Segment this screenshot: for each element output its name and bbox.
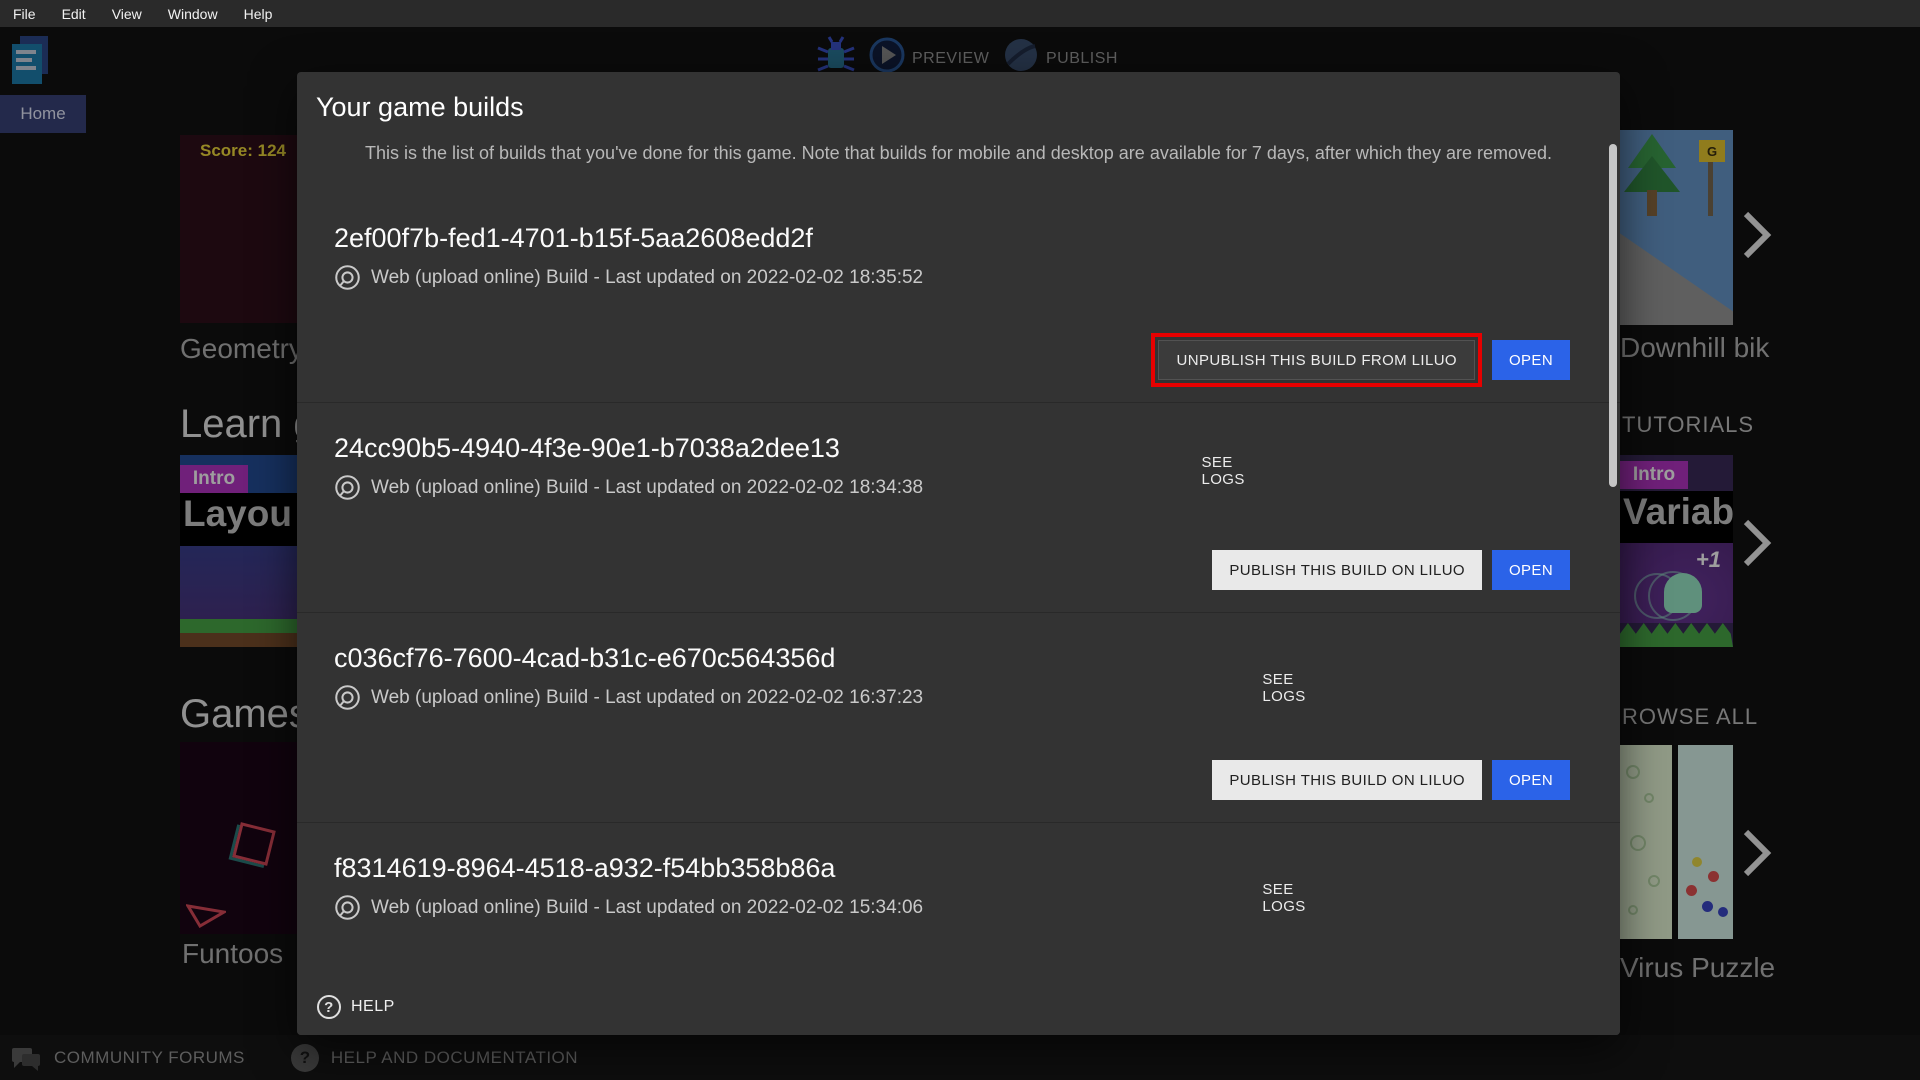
build-id: 24cc90b5-4940-4f3e-90e1-b7038a2dee13 [334,433,1570,464]
menu-help[interactable]: Help [231,6,286,22]
unpublish-build-button[interactable]: UNPUBLISH THIS BUILD FROM LILUO [1158,340,1475,380]
chrome-icon [334,264,361,291]
publish-build-button[interactable]: PUBLISH THIS BUILD ON LILUO [1212,760,1482,800]
dialog-scrollbar[interactable] [1609,144,1617,487]
chrome-icon [334,894,361,921]
build-info: Web (upload online) Build - Last updated… [371,267,923,289]
menu-bar: File Edit View Window Help [0,0,1920,27]
open-build-button[interactable]: OPEN [1492,760,1570,800]
build-id: c036cf76-7600-4cad-b31c-e670c564356d [334,643,1570,674]
open-build-button[interactable]: OPEN [1492,550,1570,590]
menu-window[interactable]: Window [155,6,231,22]
dialog-description: This is the list of builds that you've d… [364,140,1554,167]
game-builds-dialog: Your game builds This is the list of bui… [297,72,1620,1035]
dialog-title: Your game builds [316,92,1620,123]
build-info: Web (upload online) Build - Last updated… [371,687,923,709]
menu-file[interactable]: File [0,6,49,22]
annotation-highlight: UNPUBLISH THIS BUILD FROM LILUO [1151,333,1482,387]
app-window: File Edit View Window Help Home [0,0,1920,1080]
build-id: 2ef00f7b-fed1-4701-b15f-5aa2608edd2f [334,223,1570,254]
build-card: 2ef00f7b-fed1-4701-b15f-5aa2608edd2f Web… [297,193,1620,403]
builds-list: 2ef00f7b-fed1-4701-b15f-5aa2608edd2f Web… [297,193,1620,1033]
build-card: 24cc90b5-4940-4f3e-90e1-b7038a2dee13 Web… [297,403,1620,613]
menu-view[interactable]: View [99,6,155,22]
build-info: Web (upload online) Build - Last updated… [371,897,923,919]
help-label: HELP [351,998,395,1016]
build-info: Web (upload online) Build - Last updated… [371,477,923,499]
build-id: f8314619-8964-4518-a932-f54bb358b86a [334,853,1570,884]
chrome-icon [334,474,361,501]
help-button[interactable]: ? HELP [317,995,395,1019]
open-build-button[interactable]: OPEN [1492,340,1570,380]
chrome-icon [334,684,361,711]
menu-edit[interactable]: Edit [49,6,99,22]
dialog-footer: ? HELP CLOSE [297,979,1620,1035]
build-card: c036cf76-7600-4cad-b31c-e670c564356d Web… [297,613,1620,823]
help-icon: ? [317,995,341,1019]
publish-build-button[interactable]: PUBLISH THIS BUILD ON LILUO [1212,550,1482,590]
